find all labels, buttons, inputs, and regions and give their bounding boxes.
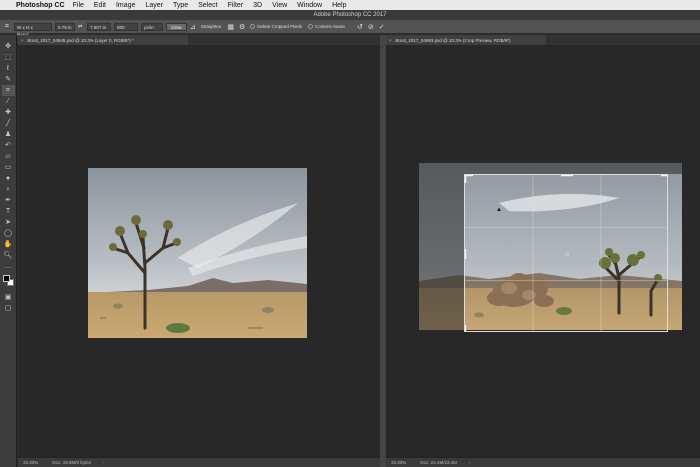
tools-panel: ✥ ⬚ ℓ ✎ ⌗ ⁄ ✚ ╱ ♟ ↶ ▱ ▭ ● ♀ ✒ T ➤ ◯ ✋ 🔍︎… xyxy=(0,35,17,467)
zoom-level[interactable]: 33.33% xyxy=(23,460,38,465)
status-bar-right: 33.33% Doc: 23.4M/23.4M › xyxy=(386,457,700,467)
type-tool-icon[interactable]: T xyxy=(2,206,15,217)
menu-filter[interactable]: Filter xyxy=(228,2,244,9)
resolution-unit-dropdown[interactable]: px/in xyxy=(141,22,164,31)
blur-tool-icon[interactable]: ● xyxy=(2,173,15,184)
window-title-bar: Adobe Photoshop CC 2017 xyxy=(0,10,700,20)
eyedropper-tool-icon[interactable]: ⁄ xyxy=(2,96,15,107)
crop-box[interactable] xyxy=(464,174,668,332)
menu-help[interactable]: Help xyxy=(332,2,346,9)
status-menu-arrow-icon[interactable]: › xyxy=(469,460,471,465)
move-tool-icon[interactable]: ✥ xyxy=(2,41,15,52)
content-aware-label: Content-Aware xyxy=(315,24,345,29)
more-tools-icon[interactable]: … xyxy=(2,261,15,272)
hand-tool-icon[interactable]: ✋ xyxy=(2,239,15,250)
joshua-tree-photo-left xyxy=(88,168,307,338)
mac-menu-bar: Photoshop CC File Edit Image Layer Type … xyxy=(0,0,700,10)
status-menu-arrow-icon[interactable]: › xyxy=(103,460,105,465)
clear-button[interactable]: Clear xyxy=(166,22,187,31)
brush-tool-icon[interactable]: ╱ xyxy=(2,118,15,129)
menu-type[interactable]: Type xyxy=(173,2,188,9)
reset-crop-icon[interactable]: ↺ xyxy=(357,23,363,31)
zoom-tool-icon[interactable]: 🔍︎ xyxy=(2,250,15,261)
document-tab-right[interactable]: × JKost_2017_04593.psd @ 33.3% (Crop Pre… xyxy=(386,35,546,45)
menu-file[interactable]: File xyxy=(73,2,84,9)
quick-select-tool-icon[interactable]: ✎ xyxy=(2,74,15,85)
crop-settings-gear-icon[interactable]: ⚙ xyxy=(239,23,245,31)
width-field[interactable]: 0.79 in xyxy=(54,22,75,31)
crop-options-bar: ⌗ W x H x Resol... 0.79 in ⇄ 7.607 in 80… xyxy=(0,20,700,37)
menu-window[interactable]: Window xyxy=(297,2,322,9)
pen-tool-icon[interactable]: ✒ xyxy=(2,195,15,206)
menu-view[interactable]: View xyxy=(272,2,287,9)
foreground-color-swatch[interactable] xyxy=(2,275,10,282)
window-title: Adobe Photoshop CC 2017 xyxy=(313,12,387,18)
delete-cropped-pixels-label: Delete Cropped Pixels xyxy=(257,24,302,29)
lasso-tool-icon[interactable]: ℓ xyxy=(2,63,15,74)
gradient-tool-icon[interactable]: ▭ xyxy=(2,162,15,173)
menu-layer[interactable]: Layer xyxy=(145,2,163,9)
ratio-preset-dropdown[interactable]: W x H x Resol... xyxy=(13,22,52,37)
clone-stamp-tool-icon[interactable]: ♟ xyxy=(2,129,15,140)
screen-mode-icon[interactable]: ▢ xyxy=(2,303,15,314)
document-window-right: × JKost_2017_04593.psd @ 33.3% (Crop Pre… xyxy=(386,35,700,467)
app-name-menu[interactable]: Photoshop CC xyxy=(16,2,65,9)
crop-shield-left xyxy=(419,163,464,330)
close-icon[interactable]: × xyxy=(389,38,392,43)
quick-mask-icon[interactable]: ▣ xyxy=(2,292,15,303)
color-swatches xyxy=(2,274,15,288)
crop-tool-icon[interactable]: ⌗ xyxy=(1,85,15,96)
crop-tool-preset-icon[interactable]: ⌗ xyxy=(5,23,9,31)
healing-brush-tool-icon[interactable]: ✚ xyxy=(2,107,15,118)
eraser-tool-icon[interactable]: ▱ xyxy=(2,151,15,162)
overlay-grid-icon[interactable]: ▦ xyxy=(227,23,234,31)
mouse-cursor-icon: ▲ xyxy=(496,207,502,213)
document-size-info[interactable]: Doc: 19.8M/0 bytes xyxy=(52,460,91,465)
document-tab-title: JKost_2017_04645.psd @ 33.3% (Layer 0, R… xyxy=(26,37,134,43)
delete-cropped-pixels-checkbox[interactable] xyxy=(250,24,256,29)
document-window-left: × JKost_2017_04645.psd @ 33.3% (Layer 0,… xyxy=(18,35,380,467)
shape-tool-icon[interactable]: ◯ xyxy=(2,228,15,239)
resolution-field[interactable]: 800 xyxy=(114,22,139,31)
path-select-tool-icon[interactable]: ➤ xyxy=(2,217,15,228)
menu-select[interactable]: Select xyxy=(198,2,217,9)
document-tab-title: JKost_2017_04593.psd @ 33.3% (Crop Previ… xyxy=(394,37,511,43)
menu-3d[interactable]: 3D xyxy=(253,2,262,9)
crop-shield-top xyxy=(464,163,682,174)
menu-edit[interactable]: Edit xyxy=(94,2,106,9)
history-brush-tool-icon[interactable]: ↶ xyxy=(2,140,15,151)
zoom-level[interactable]: 33.33% xyxy=(391,460,406,465)
menu-image[interactable]: Image xyxy=(116,2,135,9)
document-size-info[interactable]: Doc: 23.4M/23.4M xyxy=(420,460,457,465)
swap-dimensions-icon[interactable]: ⇄ xyxy=(78,24,82,30)
straighten-button[interactable]: Straighten xyxy=(201,24,222,29)
close-icon[interactable]: × xyxy=(21,38,24,43)
cancel-crop-icon[interactable]: ⊘ xyxy=(368,23,374,31)
commit-crop-icon[interactable]: ✓ xyxy=(379,23,385,31)
straighten-icon[interactable]: ⊿ xyxy=(190,23,196,31)
content-aware-checkbox[interactable] xyxy=(308,24,313,29)
height-field[interactable]: 7.607 in xyxy=(87,22,112,31)
document-tab-left[interactable]: × JKost_2017_04645.psd @ 33.3% (Layer 0,… xyxy=(18,35,188,45)
status-bar-left: 33.33% Doc: 19.8M/0 bytes › xyxy=(18,457,380,467)
marquee-tool-icon[interactable]: ⬚ xyxy=(2,52,15,63)
dodge-tool-icon[interactable]: ♀ xyxy=(2,184,15,195)
